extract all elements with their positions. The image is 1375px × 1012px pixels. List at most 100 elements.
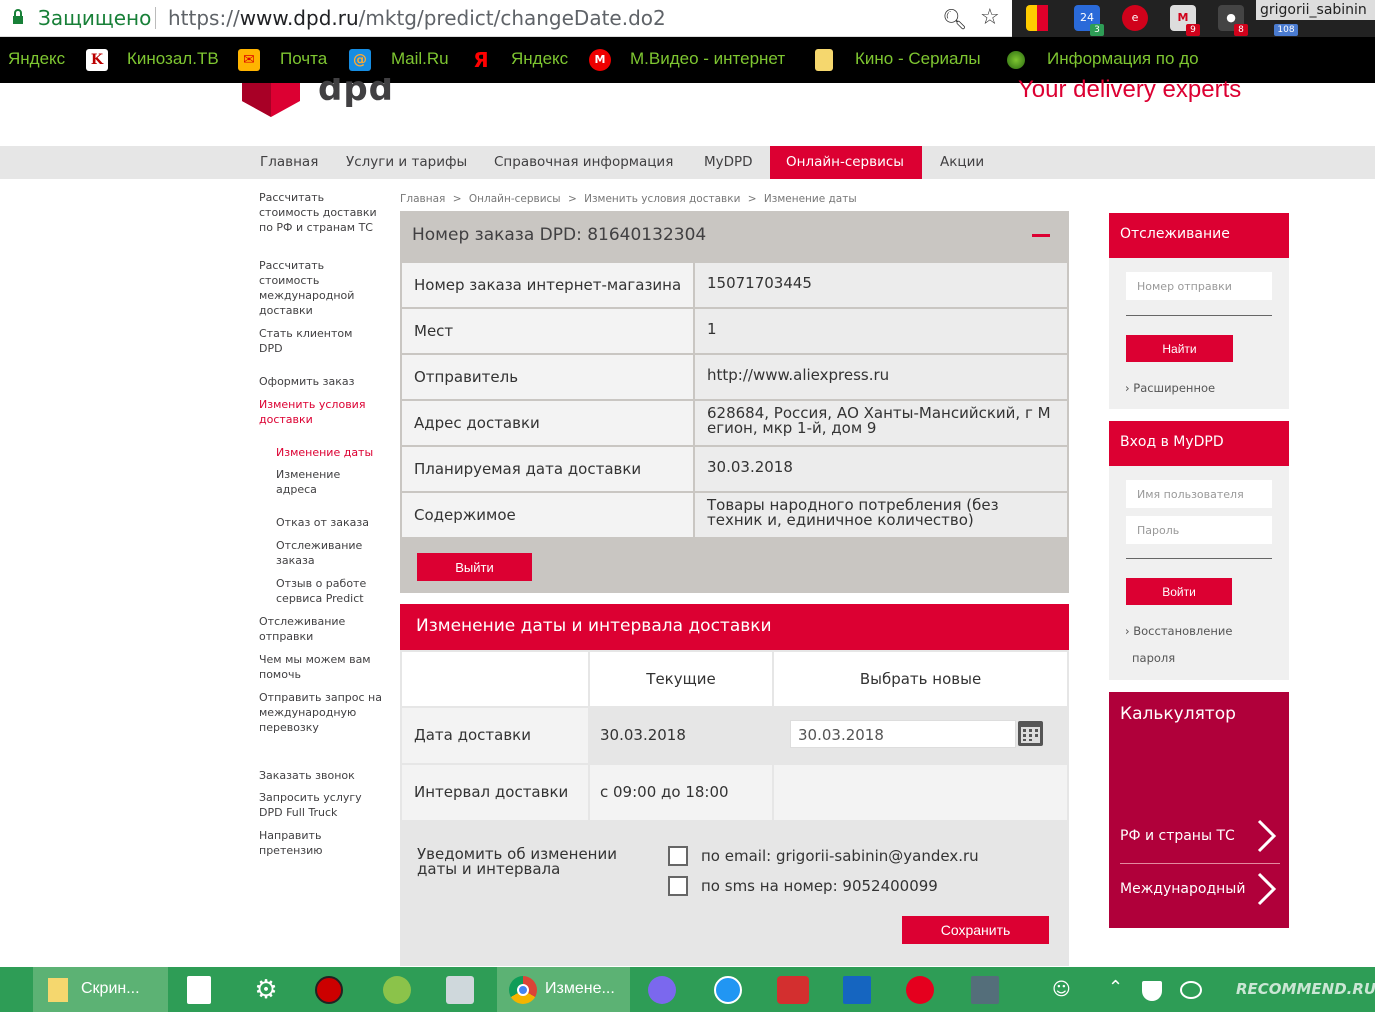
leftnav-intl-request[interactable]: Отправить запрос на международную перево… [259, 690, 384, 735]
leftnav-help[interactable]: Чем мы можем вам помочь [259, 652, 384, 682]
find-button[interactable]: Найти [1126, 335, 1233, 362]
chevron-right-icon [1257, 872, 1277, 906]
shield-check-icon[interactable] [383, 976, 411, 1004]
bookmark-yandex-2[interactable]: Яндекс [511, 49, 568, 69]
red-circle-icon[interactable]: e [1122, 5, 1148, 31]
table-row: Содержимое Товары народного потребления … [400, 493, 1069, 537]
calculator-widget: Калькулятор РФ и страны ТС Международный [1109, 692, 1289, 928]
nav-home[interactable]: Главная [244, 146, 334, 179]
leftnav-become-client[interactable]: Стать клиентом DPD [259, 326, 369, 356]
taskbar-chrome-app[interactable]: Измене... [497, 967, 630, 1012]
nav-services[interactable]: Услуги и тарифы [330, 146, 483, 179]
bookmark-kinozal[interactable]: Кинозал.ТВ [127, 49, 219, 69]
breadcrumb-home[interactable]: Главная [400, 193, 445, 205]
calc-rf-link[interactable]: РФ и страны ТС [1109, 817, 1289, 857]
order-header[interactable]: Номер заказа DPD: 81640132304 [400, 211, 1069, 261]
bookmark-mvideo[interactable]: М.Видео - интернет [630, 49, 792, 69]
dpd-logo-icon[interactable] [240, 83, 302, 117]
bookmark-mail[interactable]: Почта [280, 49, 327, 69]
calc-intl-link[interactable]: Международный [1109, 870, 1289, 910]
taskbar-screenshot-label: Скрин... [81, 980, 140, 997]
settings-gear-icon[interactable]: ⚙ [252, 976, 280, 1004]
nav-mydpd[interactable]: MyDPD [688, 146, 769, 179]
bookmark-kino[interactable]: Кино - Сериалы [855, 49, 981, 69]
new-column-header: Выбрать новые [774, 652, 1067, 706]
url-text[interactable]: https://www.dpd.ru/mktg/predict/changeDa… [168, 6, 666, 30]
leftnav-cancel-order[interactable]: Отказ от заказа [276, 515, 384, 530]
leftnav-change-address[interactable]: Изменение адреса [276, 467, 366, 497]
defender-icon[interactable] [1142, 981, 1162, 1001]
leftnav-claim[interactable]: Направить претензию [259, 828, 339, 858]
nav-promo[interactable]: Акции [924, 146, 1000, 179]
logout-button[interactable]: Выйти [417, 553, 532, 581]
order-title: Номер заказа DPD: 81640132304 [412, 225, 707, 245]
download-manager-icon[interactable] [777, 976, 809, 1004]
order-key: Отправитель [402, 355, 693, 399]
date-current: 30.03.2018 [590, 708, 772, 763]
breadcrumb-conditions[interactable]: Изменить условия доставки [584, 193, 740, 205]
leftnav-calc-rf[interactable]: Рассчитать стоимость доставки по РФ и ст… [259, 190, 384, 235]
save-button[interactable]: Сохранить [902, 916, 1049, 944]
bookmark-mailru[interactable]: Mail.Ru [391, 49, 449, 69]
email-checkbox[interactable] [668, 846, 688, 866]
password-input[interactable]: Пароль [1126, 516, 1272, 544]
username-input[interactable]: Имя пользователя [1126, 480, 1272, 508]
nav-online-services[interactable]: Онлайн-сервисы [770, 146, 922, 179]
scanner-icon[interactable] [446, 976, 474, 1004]
login-title: Вход в MyDPD [1109, 421, 1289, 466]
leftnav-change-conditions[interactable]: Изменить условия доставки [259, 397, 384, 427]
folder-icon [815, 49, 833, 71]
bookmark-star-icon[interactable]: ☆ [980, 5, 1000, 30]
restore-password-link-2[interactable]: пароля [1132, 651, 1175, 665]
tracking-title: Отслеживание [1109, 213, 1289, 258]
tube-app-icon[interactable] [971, 976, 999, 1004]
bookmark-yandex[interactable]: Яндекс [8, 49, 65, 69]
leftnav-calc-intl[interactable]: Рассчитать стоимость международной доста… [259, 258, 384, 318]
badge: 9 [1186, 24, 1200, 36]
order-key: Мест [402, 309, 693, 353]
new-date-input[interactable]: 30.03.2018 [790, 720, 1016, 748]
order-value: http://www.aliexpress.ru [695, 355, 1067, 399]
leftnav-change-date[interactable]: Изменение даты [276, 445, 384, 460]
breadcrumb-sep: > [567, 193, 577, 205]
tray-chevron-icon[interactable]: ⌃ [1108, 977, 1123, 998]
leftnav-track-order[interactable]: Отслеживание заказа [276, 538, 376, 568]
nav-info[interactable]: Справочная информация [478, 146, 689, 179]
order-details-table: Номер заказа интернет-магазина 150717034… [400, 261, 1069, 537]
leftnav-callback[interactable]: Заказать звонок [259, 768, 384, 783]
breadcrumb-online[interactable]: Онлайн-сервисы [469, 193, 561, 205]
people-icon[interactable]: ☺ [1052, 979, 1071, 1000]
order-value: 15071703445 [695, 263, 1067, 307]
leftnav-feedback[interactable]: Отзыв о работе сервиса Predict [276, 576, 384, 606]
calculator-icon[interactable] [187, 976, 211, 1004]
current-column-header: Текущие [590, 652, 772, 706]
leftnav-track-shipment[interactable]: Отслеживание отправки [259, 614, 364, 644]
chevron-right-icon [1257, 819, 1277, 853]
calc-rf-label: РФ и страны ТС [1120, 828, 1235, 844]
app-swirl-icon[interactable] [648, 976, 676, 1004]
profile-button[interactable]: grigorii_sabinin [1256, 0, 1375, 20]
taskbar-screenshot-app[interactable]: Скрин... [33, 967, 168, 1012]
collapse-icon[interactable] [1032, 234, 1050, 237]
leftnav-order[interactable]: Оформить заказ [259, 374, 384, 389]
restore-password-link[interactable]: › Восстановление [1125, 624, 1232, 638]
bookmark-flag-icon[interactable] [1026, 5, 1048, 31]
table-row: Мест 1 [400, 309, 1069, 353]
zoom-icon[interactable]: 🔍︎ [942, 7, 967, 31]
download-app-icon[interactable] [315, 976, 343, 1004]
badge: 108 [1274, 24, 1298, 36]
advanced-search-link[interactable]: › Расширенное [1125, 381, 1215, 395]
bookmark-info[interactable]: Информация по до [1047, 49, 1209, 69]
secure-label: Защищено [38, 6, 152, 30]
checkmark-app-icon[interactable] [714, 976, 742, 1004]
sms-checkbox[interactable] [668, 876, 688, 896]
leftnav-full-truck[interactable]: Запросить услугу DPD Full Truck [259, 790, 384, 820]
snipping-tool-icon[interactable] [843, 976, 871, 1004]
calendar-icon[interactable] [1017, 719, 1044, 747]
opera-icon[interactable] [906, 976, 934, 1004]
tracking-number-input[interactable]: Номер отправки [1126, 272, 1272, 300]
login-button[interactable]: Войти [1126, 578, 1232, 605]
network-icon[interactable] [1180, 981, 1202, 999]
table-row: Номер заказа интернет-магазина 150717034… [400, 263, 1069, 307]
badge: 3 [1090, 24, 1104, 36]
